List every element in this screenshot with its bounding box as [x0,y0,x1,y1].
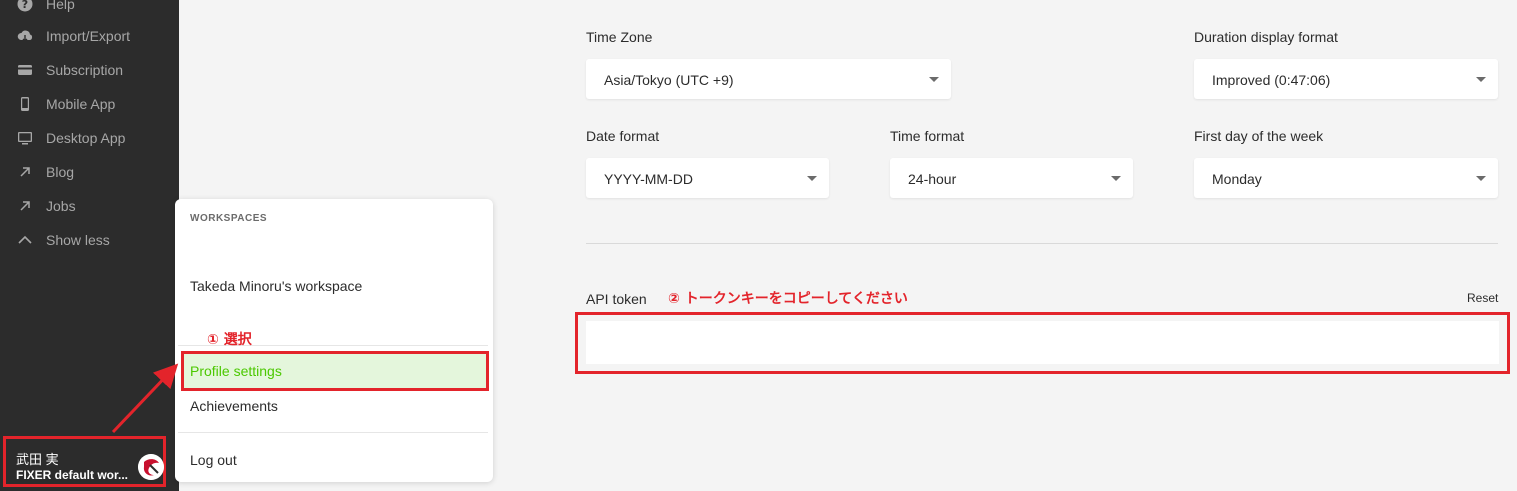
first-day-label: First day of the week [1194,128,1324,144]
first-day-select[interactable]: Monday [1194,158,1498,198]
profile-settings-label: Profile settings [190,363,282,379]
caret-down-icon [1476,176,1486,181]
chevron-up-icon [16,231,34,249]
logout-item[interactable]: Log out [190,452,237,468]
sidebar-item-label: Help [46,0,75,12]
user-profile-button[interactable]: 武田 実 FIXER default wor... [3,436,166,487]
date-format-label: Date format [586,128,660,144]
sidebar-item-label: Blog [46,164,75,180]
achievements-item[interactable]: Achievements [190,398,278,414]
sidebar-item-blog[interactable]: Blog [0,155,179,189]
caret-down-icon [1476,77,1486,82]
timezone-label: Time Zone [586,29,653,45]
date-format-select[interactable]: YYYY-MM-DD [586,158,829,198]
caret-down-icon [929,77,939,82]
sidebar-item-jobs[interactable]: Jobs [0,189,179,223]
menu-divider [178,432,488,433]
sidebar-item-show-less[interactable]: Show less [0,223,179,257]
duration-format-value: Improved (0:47:06) [1212,72,1331,88]
help-icon: ? [16,0,34,13]
external-arrow-icon [16,197,34,215]
sidebar-item-label: Mobile App [46,96,116,112]
timezone-select[interactable]: Asia/Tokyo (UTC +9) [586,59,951,99]
sidebar-item-label: Subscription [46,62,124,78]
first-day-value: Monday [1212,171,1262,187]
sidebar-item-mobile-app[interactable]: Mobile App [0,87,179,121]
external-arrow-icon [16,163,34,181]
time-format-value: 24-hour [908,171,957,187]
card-icon [16,61,34,79]
svg-text:?: ? [22,0,28,11]
avatar [138,454,164,480]
cloud-icon [16,27,34,45]
sidebar-item-label: Import/Export [46,28,131,44]
api-token-highlight [575,312,1510,374]
workspace-item[interactable]: Takeda Minoru's workspace [190,278,362,294]
sidebar-item-help[interactable]: ? Help [0,0,179,21]
date-format-value: YYYY-MM-DD [604,171,693,187]
workspaces-heading: WORKSPACES [190,213,268,224]
time-format-label: Time format [890,128,965,144]
user-name: 武田 実 [16,452,59,467]
api-token-label: API token [586,291,647,307]
reset-token-button[interactable]: Reset [1467,291,1498,305]
api-token-field[interactable] [586,321,1499,364]
annotation-select: ① 選択 [207,332,252,348]
mobile-icon [16,95,34,113]
profile-settings-item[interactable]: Profile settings [181,351,489,391]
sidebar-item-import-export[interactable]: Import/Export [0,19,179,53]
time-format-select[interactable]: 24-hour [890,158,1133,198]
user-workspace: FIXER default wor... [16,468,129,482]
caret-down-icon [1111,176,1121,181]
sidebar-item-desktop-app[interactable]: Desktop App [0,121,179,155]
section-divider [586,243,1498,244]
sidebar-item-subscription[interactable]: Subscription [0,53,179,87]
timezone-value: Asia/Tokyo (UTC +9) [604,72,734,88]
caret-down-icon [807,176,817,181]
sidebar: ? Help Import/Export Subscription Mobile… [0,0,179,491]
sidebar-item-label: Desktop App [46,130,126,146]
duration-format-select[interactable]: Improved (0:47:06) [1194,59,1498,99]
duration-format-label: Duration display format [1194,29,1338,45]
sidebar-item-label: Jobs [46,198,76,214]
desktop-icon [16,129,34,147]
annotation-copy-token: ② トークンキーをコピーしてください [668,291,908,307]
sidebar-item-label: Show less [46,232,110,248]
